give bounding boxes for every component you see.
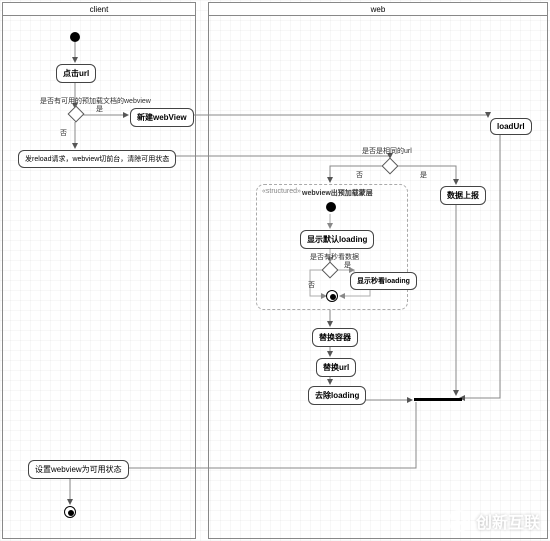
replace-url-label: 替换url [323,363,349,372]
data-report-label: 数据上报 [447,191,479,200]
seckill-decision-label: 是否有秒看数据 [310,252,359,262]
seckill-loading-label: 显示秒看loading [357,278,410,285]
structured-end [326,290,338,302]
start-node [70,32,80,42]
loadurl-label: loadUrl [497,122,525,131]
reload-node: 发reload请求，webview切前台，清除可用状态 [18,150,176,168]
watermark: 创新互联 [448,509,540,533]
seckill-no: 否 [308,280,315,290]
click-url-node: 点击url [56,64,96,83]
replace-container-label: 替换容器 [319,333,351,342]
preload-no: 否 [60,128,67,138]
default-loading-node: 显示默认loading [300,230,374,249]
client-lane-title: client [90,5,109,14]
web-lane-header: web [208,2,548,16]
remove-loading-node: 去除loading [308,386,366,405]
client-lane-header: client [2,2,196,16]
remove-loading-label: 去除loading [315,391,359,400]
structured-start [326,202,336,212]
new-webview-label: 新建webView [137,113,187,122]
default-loading-label: 显示默认loading [307,235,367,244]
new-webview-node: 新建webView [130,108,194,127]
same-url-decision-label: 是否是相同的url [362,146,412,156]
set-usable-node: 设置webview为可用状态 [28,460,129,479]
watermark-text: 创新互联 [476,509,540,533]
set-usable-label: 设置webview为可用状态 [35,465,122,474]
web-lane-title: web [371,5,386,14]
seckill-yes: 是 [344,260,351,270]
replace-container-node: 替换容器 [312,328,358,347]
reload-label: 发reload请求，webview切前台，清除可用状态 [25,156,169,163]
seckill-loading-node: 显示秒看loading [350,272,417,290]
final-node [64,506,76,518]
client-lane [2,2,196,539]
structured-tag: «structured» [262,188,301,195]
sync-bar [414,398,462,401]
preload-yes: 是 [96,104,103,114]
loadurl-node: loadUrl [490,118,532,135]
watermark-icon [448,510,470,532]
overlay-title: webview出预加载蒙层 [302,188,373,198]
data-report-node: 数据上报 [440,186,486,205]
replace-url-node: 替换url [316,358,356,377]
same-url-no: 否 [356,170,363,180]
same-url-yes: 是 [420,170,427,180]
click-url-label: 点击url [63,69,89,78]
